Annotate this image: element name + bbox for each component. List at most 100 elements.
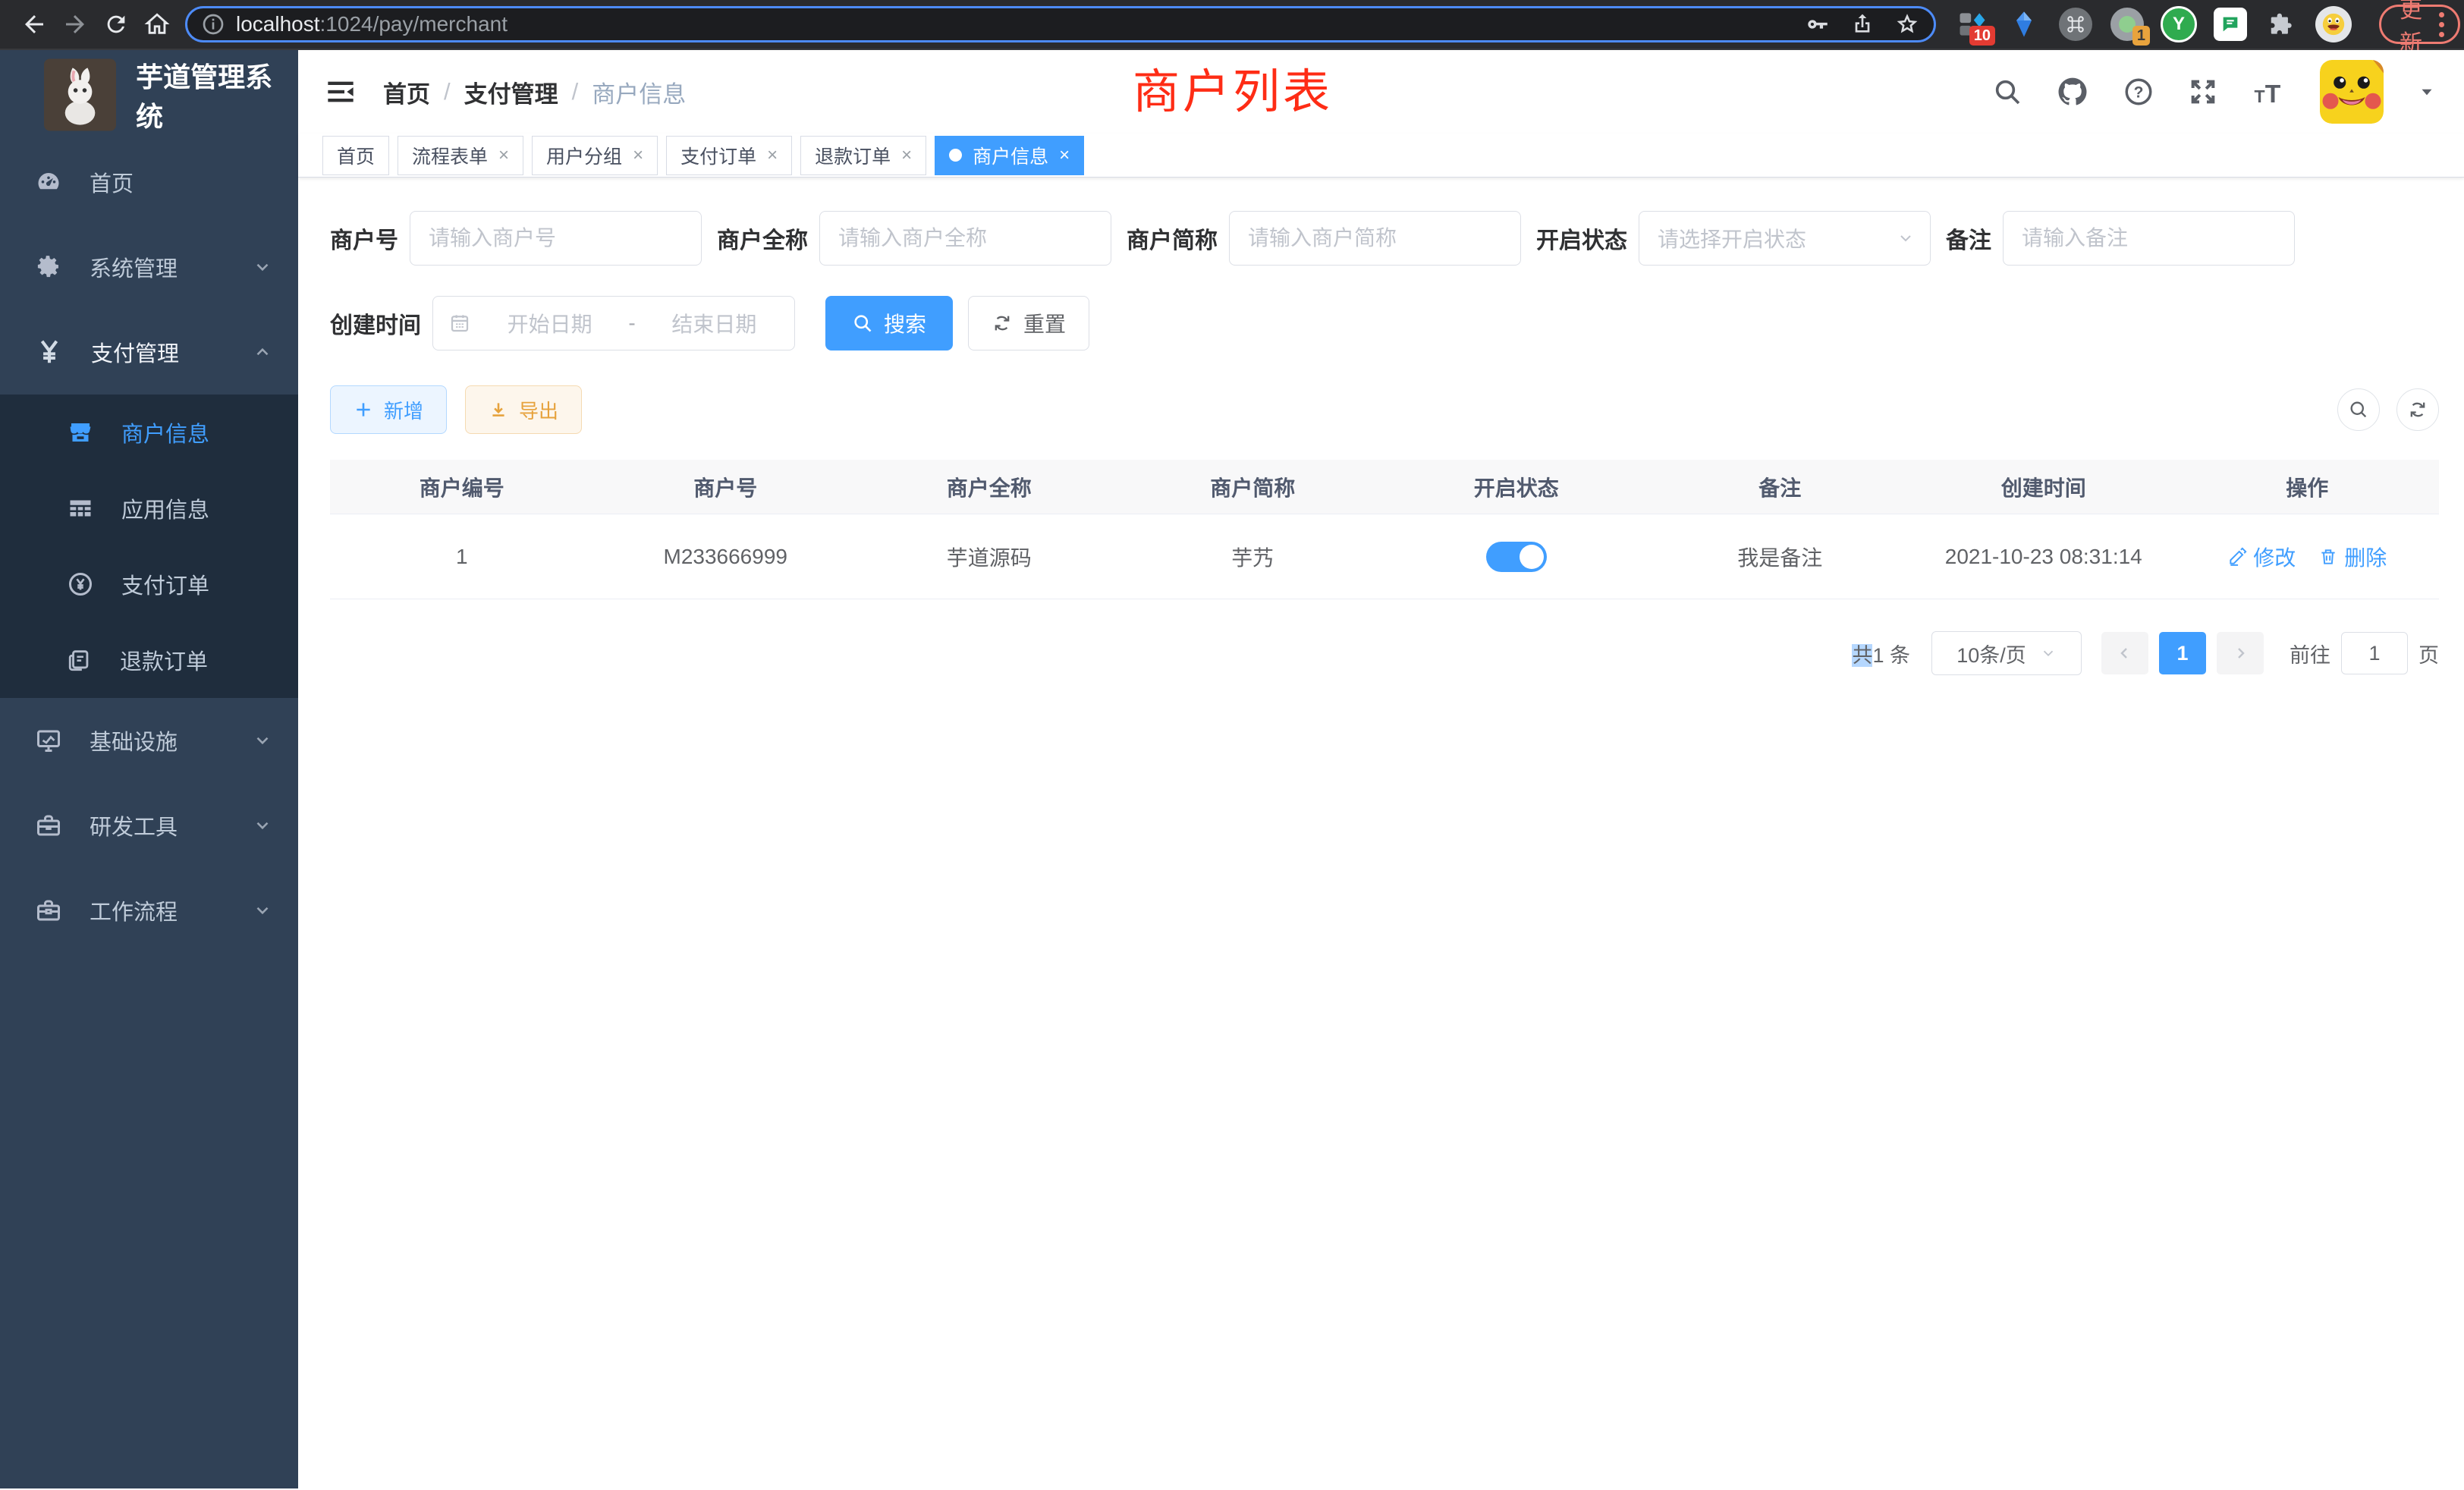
reload-icon bbox=[103, 11, 129, 37]
breadcrumb: 首页 / 支付管理 / 商户信息 bbox=[383, 75, 686, 109]
avatar[interactable] bbox=[2320, 60, 2384, 124]
close-icon[interactable]: × bbox=[901, 146, 912, 165]
merchant-name-input[interactable] bbox=[819, 211, 1111, 266]
sidebar-item-devtools[interactable]: 研发工具 bbox=[0, 783, 298, 868]
extensions-puzzle-icon[interactable] bbox=[2264, 6, 2300, 42]
share-icon[interactable] bbox=[1850, 12, 1875, 36]
goto-page-input[interactable] bbox=[2341, 632, 2408, 674]
table-header: 商户编号 商户号 商户全称 商户简称 开启状态 备注 创建时间 操作 bbox=[330, 460, 2439, 514]
filter-row-2: 创建时间 开始日期 - 结束日期 搜索 重置 bbox=[330, 296, 2439, 350]
reset-button[interactable]: 重置 bbox=[968, 296, 1089, 350]
extension-y-icon[interactable]: Y bbox=[2161, 6, 2197, 42]
forward-arrow-icon bbox=[61, 11, 89, 38]
url-bar[interactable]: localhost:1024/pay/merchant bbox=[185, 6, 1936, 42]
sidebar-item-infra[interactable]: 基础设施 bbox=[0, 698, 298, 783]
tag-refund-order[interactable]: 退款订单× bbox=[800, 136, 926, 175]
yuan-circle-icon bbox=[67, 571, 94, 598]
home-button[interactable] bbox=[137, 4, 178, 45]
caret-down-icon[interactable] bbox=[2417, 82, 2437, 102]
active-tag-dot bbox=[949, 149, 962, 162]
cell-merchant-no: M233666999 bbox=[594, 545, 858, 569]
sidebar-item-workflow[interactable]: 工作流程 bbox=[0, 868, 298, 953]
help-icon[interactable]: ? bbox=[2123, 76, 2154, 108]
tag-process-form[interactable]: 流程表单× bbox=[398, 136, 523, 175]
start-date-placeholder[interactable]: 开始日期 bbox=[485, 308, 614, 338]
extension-gem-icon[interactable] bbox=[2006, 6, 2042, 42]
chevron-down-icon bbox=[253, 901, 272, 920]
toolbox-icon bbox=[35, 812, 62, 839]
edit-link[interactable]: 修改 bbox=[2227, 542, 2296, 572]
header-search-icon[interactable] bbox=[1992, 77, 2022, 107]
back-button[interactable] bbox=[14, 4, 55, 45]
prev-page-button[interactable] bbox=[2101, 632, 2148, 674]
sidebar-item-app-info[interactable]: 应用信息 bbox=[0, 470, 298, 546]
sidebar-item-home[interactable]: 首页 bbox=[0, 140, 298, 225]
tag-home[interactable]: 首页 bbox=[322, 136, 389, 175]
extension-chat-icon[interactable] bbox=[2212, 6, 2249, 42]
delete-link[interactable]: 删除 bbox=[2318, 542, 2387, 572]
font-size-icon[interactable]: TT bbox=[2252, 77, 2286, 107]
close-icon[interactable]: × bbox=[498, 146, 509, 165]
add-button[interactable]: 新增 bbox=[330, 385, 447, 434]
fullscreen-icon[interactable] bbox=[2188, 77, 2218, 107]
merchant-table: 商户编号 商户号 商户全称 商户简称 开启状态 备注 创建时间 操作 1 M23… bbox=[330, 460, 2439, 599]
breadcrumb-pay[interactable]: 支付管理 bbox=[464, 75, 558, 109]
svg-text:T: T bbox=[2265, 80, 2281, 107]
download-icon bbox=[489, 400, 508, 420]
end-date-placeholder[interactable]: 结束日期 bbox=[649, 308, 779, 338]
sidebar-item-pay[interactable]: 支付管理 bbox=[0, 310, 298, 395]
forward-button[interactable] bbox=[55, 4, 96, 45]
plus-icon bbox=[354, 400, 373, 420]
page-unit: 页 bbox=[2418, 639, 2439, 668]
tag-pay-order[interactable]: 支付订单× bbox=[666, 136, 792, 175]
extension-emoji-icon[interactable] bbox=[2315, 6, 2352, 42]
search-icon bbox=[2348, 399, 2369, 420]
sidebar-item-system[interactable]: 系统管理 bbox=[0, 225, 298, 310]
sidebar-item-merchant-info[interactable]: 商户信息 bbox=[0, 395, 298, 470]
refresh-table-button[interactable] bbox=[2396, 388, 2439, 431]
chevron-down-icon bbox=[253, 816, 272, 835]
extension-status-icon[interactable]: 1 bbox=[2109, 6, 2145, 42]
info-icon bbox=[201, 12, 225, 36]
reload-button[interactable] bbox=[96, 4, 137, 45]
bookmark-star-icon[interactable] bbox=[1894, 11, 1920, 37]
svg-text:?: ? bbox=[2134, 83, 2144, 101]
logo-row[interactable]: 芋道管理系统 bbox=[0, 50, 298, 140]
short-name-input[interactable] bbox=[1229, 211, 1521, 266]
search-button[interactable]: 搜索 bbox=[825, 296, 953, 350]
browser-toolbar: localhost:1024/pay/merchant 10 1 Y bbox=[0, 0, 2464, 50]
sidebar-item-refund-order[interactable]: 退款订单 bbox=[0, 622, 298, 698]
sidebar-item-label: 应用信息 bbox=[121, 492, 209, 524]
tags-view: 首页 流程表单× 用户分组× 支付订单× 退款订单× 商户信息× bbox=[298, 134, 2464, 178]
toggle-search-button[interactable] bbox=[2337, 388, 2380, 431]
breadcrumb-home[interactable]: 首页 bbox=[383, 75, 430, 109]
filter-row-1: 商户号 商户全称 商户简称 开启状态 请选择开启状态 bbox=[330, 211, 2439, 266]
sidebar-item-label: 研发工具 bbox=[90, 809, 178, 841]
remark-input[interactable] bbox=[2003, 211, 2295, 266]
next-page-button[interactable] bbox=[2217, 632, 2264, 674]
date-range-picker[interactable]: 开始日期 - 结束日期 bbox=[432, 296, 795, 350]
sidebar-toggle-button[interactable] bbox=[325, 79, 356, 105]
sidebar-item-label: 支付管理 bbox=[91, 336, 179, 368]
page-number-1[interactable]: 1 bbox=[2159, 632, 2206, 674]
github-icon[interactable] bbox=[2056, 75, 2089, 108]
page-size-select[interactable]: 10条/页 bbox=[1931, 631, 2082, 675]
status-select[interactable]: 请选择开启状态 bbox=[1639, 211, 1931, 266]
status-toggle[interactable] bbox=[1486, 542, 1547, 572]
browser-menu-icon[interactable] bbox=[2439, 12, 2444, 37]
sidebar-item-pay-order[interactable]: 支付订单 bbox=[0, 546, 298, 622]
short-name-label: 商户简称 bbox=[1127, 222, 1229, 255]
tag-user-group[interactable]: 用户分组× bbox=[532, 136, 658, 175]
close-icon[interactable]: × bbox=[633, 146, 643, 165]
extension-blocker-icon[interactable]: 10 bbox=[1954, 6, 1991, 42]
browser-update-button[interactable]: 更新 bbox=[2379, 5, 2460, 44]
total-count: 共1 条 bbox=[1852, 639, 1910, 668]
tag-merchant-info[interactable]: 商户信息× bbox=[935, 136, 1084, 175]
extension-command-icon[interactable] bbox=[2057, 6, 2094, 42]
export-button[interactable]: 导出 bbox=[465, 385, 582, 434]
key-icon[interactable] bbox=[1805, 11, 1831, 37]
merchant-no-label: 商户号 bbox=[330, 222, 410, 255]
close-icon[interactable]: × bbox=[1059, 146, 1070, 165]
close-icon[interactable]: × bbox=[767, 146, 778, 165]
merchant-no-input[interactable] bbox=[410, 211, 702, 266]
